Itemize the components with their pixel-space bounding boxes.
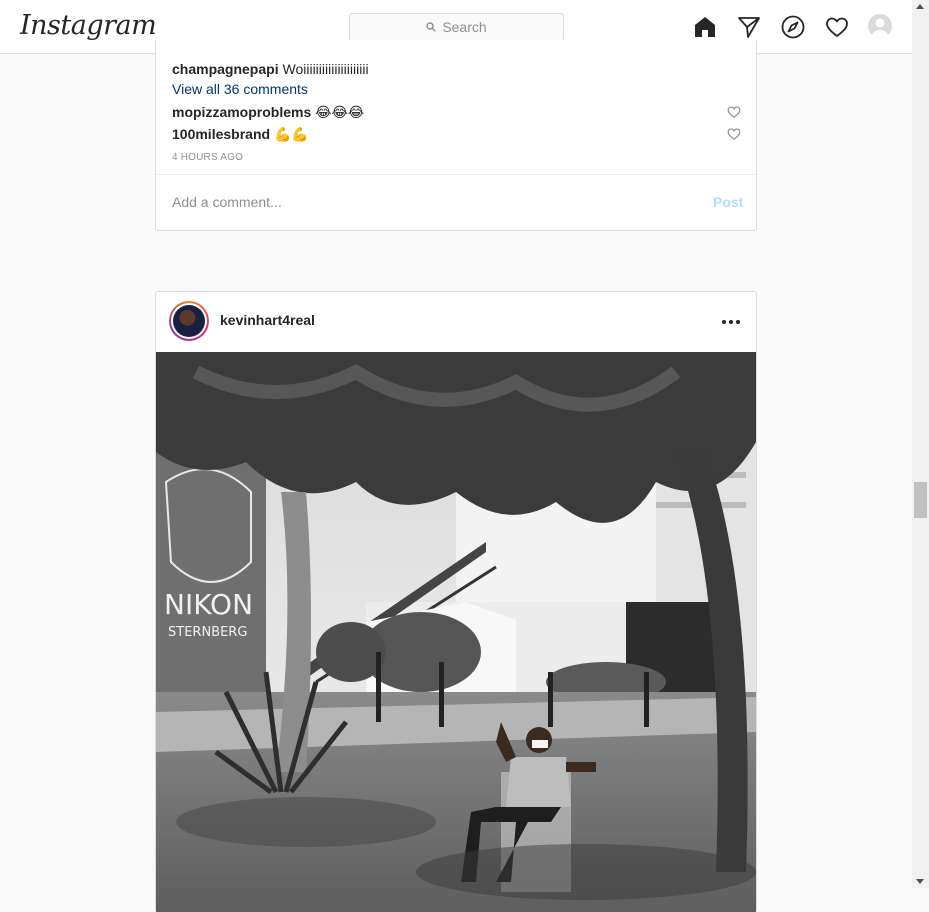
profile-avatar[interactable] — [868, 14, 892, 38]
post-photo-image: NIKON STERNBERG — [156, 352, 756, 912]
add-comment-input[interactable]: Add a comment... — [172, 194, 282, 210]
comment-username[interactable]: champagnepapi — [172, 61, 279, 77]
post-author-avatar[interactable] — [169, 301, 209, 341]
home-icon[interactable] — [692, 14, 718, 40]
scroll-down-arrow-icon[interactable] — [916, 879, 924, 884]
comment-username[interactable]: 100milesbrand — [172, 126, 270, 142]
scrollbar-thumb[interactable] — [914, 482, 927, 518]
search-placeholder: Search — [442, 19, 487, 35]
search-icon — [426, 22, 437, 32]
divider — [156, 174, 756, 175]
caption-comment: champagnepapi Woiiiiiiiiiiiiiiiiiiiii — [172, 60, 369, 78]
post-card: kevinhart4real NIKON STERNBERG — [155, 291, 757, 912]
comment-text: 💪💪 — [273, 126, 309, 142]
mural-text: NIKON — [164, 588, 253, 621]
scroll-up-arrow-icon[interactable] — [916, 4, 924, 9]
page-scrollbar[interactable] — [912, 0, 929, 888]
post-comment-button[interactable]: Post — [713, 194, 743, 210]
instagram-logo[interactable]: Instagram — [20, 10, 157, 41]
post-author-username[interactable]: kevinhart4real — [220, 312, 315, 328]
post-photo[interactable]: NIKON STERNBERG — [156, 352, 756, 912]
like-comment-icon[interactable] — [727, 105, 741, 119]
like-comment-icon[interactable] — [727, 127, 741, 141]
comment-row: mopizzamoproblems 😂😂😂 — [172, 103, 364, 121]
search-input[interactable]: Search — [349, 13, 564, 41]
activity-icon[interactable] — [824, 14, 850, 40]
post-card-previous: champagnepapi Woiiiiiiiiiiiiiiiiiiiii Vi… — [155, 40, 757, 231]
mural-subtext: STERNBERG — [168, 625, 247, 640]
explore-icon[interactable] — [780, 14, 806, 40]
view-all-comments-link[interactable]: View all 36 comments — [172, 81, 308, 97]
more-options-icon[interactable] — [722, 320, 740, 324]
direct-icon[interactable] — [736, 14, 762, 40]
comment-text: 😂😂😂 — [315, 104, 365, 120]
comment-username[interactable]: mopizzamoproblems — [172, 104, 311, 120]
comment-row: 100milesbrand 💪💪 — [172, 125, 309, 143]
comment-text: Woiiiiiiiiiiiiiiiiiiiii — [282, 61, 369, 77]
post-timestamp[interactable]: 4 HOURS AGO — [172, 152, 243, 163]
